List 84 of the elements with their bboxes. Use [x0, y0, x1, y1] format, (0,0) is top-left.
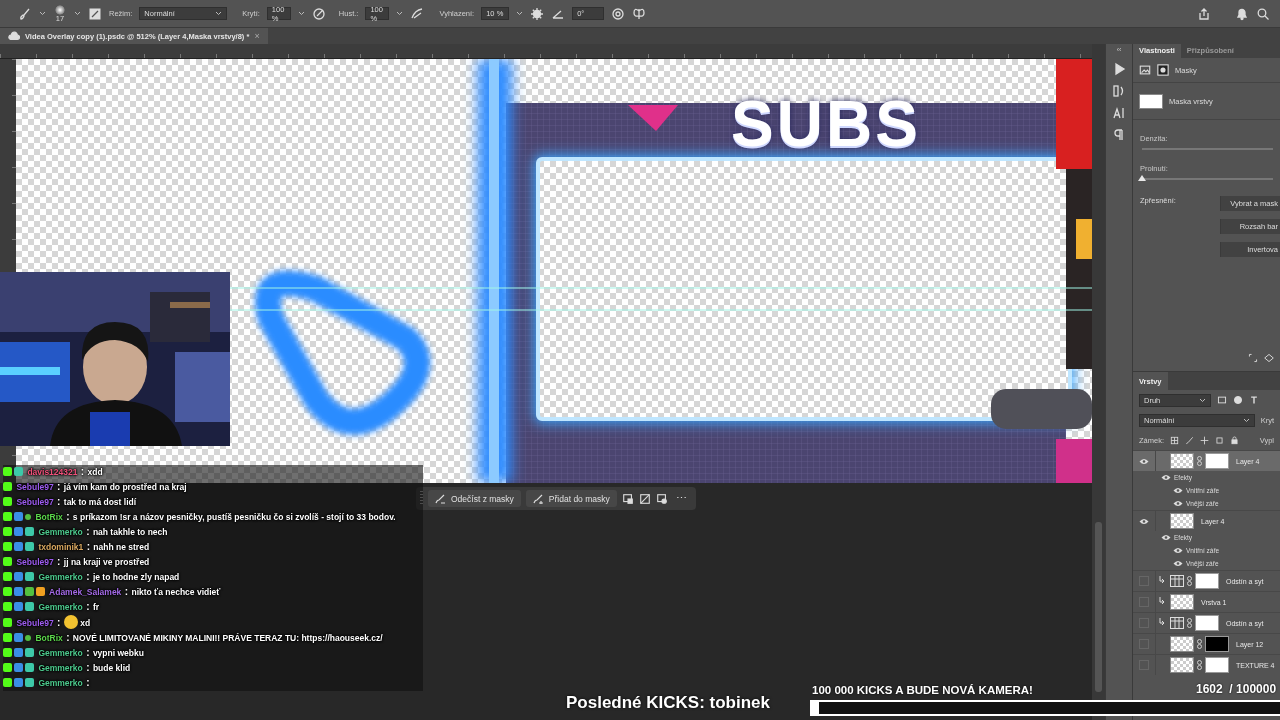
chat-message: Gemmerko : fr: [3, 600, 423, 615]
eye-icon[interactable]: [1161, 534, 1171, 541]
eye-icon[interactable]: [1173, 487, 1183, 494]
chat-message: BotRix : s príkazom !sr a názov pesničky, pustíš pesničku čo si zvolíš - stojí to 33 bodov.: [3, 510, 423, 525]
vector-mask-icon[interactable]: [1157, 64, 1169, 76]
eye-icon[interactable]: [1139, 517, 1149, 525]
chat-message: Gemmerko :: [3, 676, 423, 691]
chat-message: Gemmerko : bude klid: [3, 661, 423, 676]
chat-message: Sebule97 : jj na kraji ve prostřed: [3, 555, 423, 570]
airbrush-icon[interactable]: [410, 6, 425, 21]
chat-message: Gemmerko : nah takhle to nech: [3, 525, 423, 540]
mask-thumbnail: [1139, 93, 1163, 109]
select-mask-icon[interactable]: [621, 492, 634, 505]
notification-icon[interactable]: [1235, 6, 1249, 21]
layer-mask[interactable]: [1205, 636, 1229, 652]
layer-thumbnail: [1170, 453, 1194, 469]
caret-icon[interactable]: [39, 11, 46, 16]
invert-mask-icon[interactable]: [638, 492, 651, 505]
move-icon[interactable]: [1200, 435, 1209, 445]
expand-icon[interactable]: [1248, 353, 1258, 363]
brush-icon: [532, 493, 544, 504]
symmetry-icon[interactable]: [632, 6, 647, 21]
eye-icon[interactable]: [1173, 560, 1183, 567]
eye-icon[interactable]: [1173, 500, 1183, 507]
mask-button[interactable]: Odečíst z masky: [428, 490, 521, 507]
more-button[interactable]: ⋯: [672, 492, 690, 505]
latest-kicks-label: Posledné KICKS: tobinek: [566, 693, 771, 713]
chat-message: BotRix : NOVÉ LIMITOVANÉ MIKINY MALINI!! PRÁVE TERAZ TU: https://haouseek.cz/: [3, 631, 423, 646]
caret-icon[interactable]: [1242, 417, 1250, 423]
eye-icon[interactable]: [1161, 474, 1171, 481]
brush-icon[interactable]: [1185, 435, 1194, 445]
caret-icon[interactable]: [74, 11, 81, 16]
layer-thumbnail: [1170, 594, 1194, 610]
chat-message: Sebule97 : tak to má dost lidí: [3, 495, 423, 510]
pixel-mask-icon[interactable]: [1139, 64, 1151, 76]
layer-thumbnail: [1170, 657, 1194, 673]
timeline-icon[interactable]: [1112, 84, 1126, 98]
chat-message: Sebule97 : xd: [3, 615, 423, 631]
brush-panel-icon[interactable]: [88, 6, 102, 21]
link-icon: [1197, 660, 1202, 670]
goal-count: 1602 / 100000: [1196, 682, 1277, 696]
cloud-icon[interactable]: [8, 30, 20, 42]
eye-icon[interactable]: [1139, 457, 1149, 465]
caret-icon[interactable]: [215, 11, 223, 16]
adjustment-icon: [1170, 617, 1184, 629]
caret-icon[interactable]: [396, 11, 404, 16]
caret-icon[interactable]: [516, 11, 524, 16]
link-icon: [1197, 639, 1202, 649]
play-icon[interactable]: [1112, 62, 1126, 76]
caret-icon[interactable]: [1199, 397, 1206, 403]
chat-message: txdominik1 : nahh ne stred: [3, 540, 423, 555]
layer-thumbnail: [1170, 513, 1194, 529]
chat-message: Adamek_Salamek : nikto ťa nechce vidieť: [3, 585, 423, 600]
adjustment-icon: [1170, 575, 1184, 587]
lock-icon[interactable]: [1230, 435, 1239, 445]
share-icon[interactable]: [1197, 6, 1211, 21]
image-filter-icon[interactable]: [1217, 395, 1227, 405]
layer-thumbnail: [1170, 636, 1194, 652]
brush-icon: [435, 493, 446, 504]
chat-message: Gemmerko : je to hodne zly napad: [3, 570, 423, 585]
link-icon: [1187, 576, 1192, 586]
link-icon: [1187, 618, 1192, 628]
goal-title: 100 000 KICKS A BUDE NOVÁ KAMERA!: [812, 684, 1033, 696]
chat-message: Sebule97 : já vím kam do prostřed na kraj: [3, 480, 423, 495]
adjust-filter-icon[interactable]: [1233, 395, 1243, 405]
character-icon[interactable]: [1112, 106, 1126, 120]
settings-icon[interactable]: [530, 6, 545, 21]
search-icon[interactable]: [1256, 6, 1270, 21]
eye-icon[interactable]: [1173, 547, 1183, 554]
paragraph-icon[interactable]: [1112, 128, 1126, 142]
chat-message: Gemmerko : vypni webku: [3, 646, 423, 661]
mask-button[interactable]: Přidat do masky: [525, 490, 617, 507]
type-filter-icon[interactable]: [1249, 395, 1259, 405]
canvas-heading: SUBS: [731, 89, 921, 159]
artboard-icon[interactable]: [1215, 435, 1224, 445]
scrollbar-thumb[interactable]: [1095, 522, 1102, 692]
link-icon: [1197, 456, 1202, 466]
chat-message: davis124321 : xdd: [3, 465, 423, 480]
brush-preview-icon[interactable]: [55, 4, 65, 15]
caret-icon[interactable]: [297, 11, 305, 16]
slider-thumb[interactable]: [1138, 175, 1146, 181]
lock-transparency-icon[interactable]: [1170, 435, 1179, 445]
mask-options-icon[interactable]: [655, 492, 668, 505]
brush-icon[interactable]: [18, 6, 32, 21]
